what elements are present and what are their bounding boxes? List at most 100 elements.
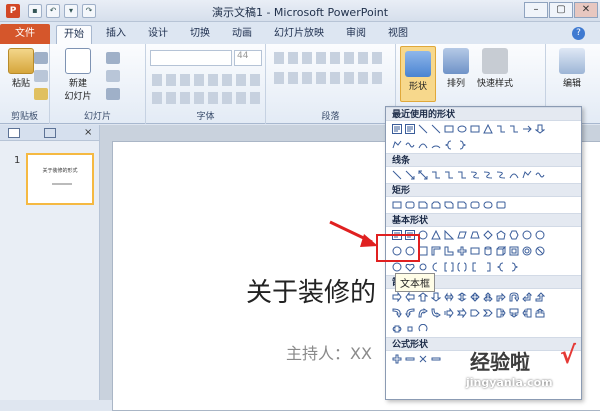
scribble-icon[interactable]	[535, 170, 545, 180]
half-frame-icon[interactable]	[431, 246, 441, 256]
plus-icon[interactable]	[392, 354, 402, 364]
snip-rect-icon[interactable]	[418, 200, 428, 210]
striped-right-arrow-icon[interactable]	[444, 308, 454, 318]
divide-icon[interactable]	[431, 354, 441, 364]
line-arrow-icon[interactable]	[405, 170, 415, 180]
curved-connector-icon[interactable]	[470, 170, 480, 180]
pentagon-arrow-icon[interactable]	[470, 308, 480, 318]
round-rect-icon[interactable]	[496, 200, 506, 210]
elbow-line-icon[interactable]	[496, 124, 506, 134]
outline-tab-icon[interactable]	[44, 128, 56, 138]
heptagon-icon[interactable]	[522, 230, 532, 240]
tab-file[interactable]: 文件	[0, 24, 50, 44]
section-icon[interactable]	[106, 88, 120, 100]
up-callout-arrow-icon[interactable]	[535, 308, 545, 318]
cube-icon[interactable]	[496, 246, 506, 256]
elbow-connector-icon[interactable]	[457, 170, 467, 180]
left-callout-arrow-icon[interactable]	[522, 308, 532, 318]
copy-icon[interactable]	[34, 70, 48, 82]
curve-shape-icon[interactable]	[418, 140, 428, 150]
freeform-shape-icon[interactable]	[392, 140, 402, 150]
curve-icon[interactable]	[509, 170, 519, 180]
cut-icon[interactable]	[34, 52, 48, 64]
oval-shape-icon[interactable]	[457, 124, 467, 134]
curved-connector-icon[interactable]	[496, 170, 506, 180]
line-shape-icon[interactable]	[418, 124, 428, 134]
up-arrow-icon[interactable]	[418, 292, 428, 302]
rounded-rect-icon[interactable]	[405, 200, 415, 210]
tab-view[interactable]: 视图	[380, 25, 416, 44]
bent-up-arrow-icon[interactable]	[535, 292, 545, 302]
arrow-right-shape-icon[interactable]	[522, 124, 532, 134]
right-triangle-icon[interactable]	[444, 230, 454, 240]
snip-rect-icon[interactable]	[431, 200, 441, 210]
circular-arrow-icon[interactable]	[418, 324, 428, 334]
round-rect-icon[interactable]	[483, 200, 493, 210]
font-name-field[interactable]	[150, 50, 232, 66]
rectangle-shape-icon[interactable]	[444, 124, 454, 134]
tab-insert[interactable]: 插入	[98, 25, 134, 44]
parallelogram-icon[interactable]	[457, 230, 467, 240]
slide-title[interactable]: 关于装修的	[246, 272, 376, 309]
tab-home[interactable]: 开始	[56, 25, 92, 44]
no-symbol-icon[interactable]	[535, 246, 545, 256]
bracket-pair-icon[interactable]	[444, 262, 454, 272]
left-right-up-arrow-icon[interactable]	[483, 292, 493, 302]
down-callout-arrow-icon[interactable]	[509, 308, 519, 318]
curved-down-arrow-icon[interactable]	[431, 308, 441, 318]
help-icon[interactable]: ?	[572, 27, 585, 40]
donut-icon[interactable]	[522, 246, 532, 256]
elbow-arrow-icon[interactable]	[509, 124, 519, 134]
tab-animations[interactable]: 动画	[224, 25, 260, 44]
align-buttons[interactable]	[274, 72, 384, 84]
heart-icon[interactable]	[405, 262, 415, 272]
tab-transitions[interactable]: 切换	[182, 25, 218, 44]
snip-round-rect-icon[interactable]	[457, 200, 467, 210]
restore-button[interactable]: ▢	[549, 2, 573, 18]
slide-subtitle[interactable]: 主持人：XX	[286, 340, 372, 364]
right-arrow-icon[interactable]	[392, 292, 402, 302]
pentagon-icon[interactable]	[496, 230, 506, 240]
elbow-connector-icon[interactable]	[444, 170, 454, 180]
left-right-callout-icon[interactable]	[392, 324, 402, 334]
can-icon[interactable]	[483, 246, 493, 256]
quad-callout-icon[interactable]	[405, 324, 415, 334]
left-bracket-icon[interactable]	[470, 262, 480, 272]
hexagon-icon[interactable]	[509, 230, 519, 240]
quad-arrow-icon[interactable]	[470, 292, 480, 302]
plaque-icon[interactable]	[470, 246, 480, 256]
curved-up-arrow-icon[interactable]	[418, 308, 428, 318]
curved-left-arrow-icon[interactable]	[405, 308, 415, 318]
minimize-button[interactable]: –	[524, 2, 548, 18]
plus-shape-icon[interactable]	[457, 246, 467, 256]
l-shape-icon[interactable]	[444, 246, 454, 256]
tab-design[interactable]: 设计	[140, 25, 176, 44]
font-size-field[interactable]: 44	[234, 50, 262, 66]
left-up-arrow-icon[interactable]	[522, 292, 532, 302]
right-bracket-icon[interactable]	[483, 262, 493, 272]
slide-thumbnail[interactable]: 关于装修的形式	[26, 153, 94, 205]
close-button[interactable]: ✕	[574, 2, 598, 18]
sun-icon[interactable]	[418, 262, 428, 272]
textbox-shape-icon[interactable]	[392, 124, 402, 134]
left-brace-icon[interactable]	[444, 140, 454, 150]
close-panel-icon[interactable]: ×	[84, 127, 92, 138]
editing-button[interactable]: 编辑	[552, 48, 592, 89]
left-right-arrow-icon[interactable]	[444, 292, 454, 302]
right-brace-icon[interactable]	[509, 262, 519, 272]
reset-icon[interactable]	[106, 70, 120, 82]
rect-icon[interactable]	[392, 200, 402, 210]
line-double-arrow-icon[interactable]	[418, 170, 428, 180]
arc-shape-icon[interactable]	[431, 140, 441, 150]
layout-icon[interactable]	[106, 52, 120, 64]
curved-right-arrow-icon[interactable]	[392, 308, 402, 318]
tab-slideshow[interactable]: 幻灯片放映	[266, 25, 332, 44]
right-callout-arrow-icon[interactable]	[496, 308, 506, 318]
format-painter-icon[interactable]	[34, 88, 48, 100]
left-brace-icon[interactable]	[496, 262, 506, 272]
chevron-arrow-icon[interactable]	[483, 308, 493, 318]
line-shape-icon[interactable]	[431, 124, 441, 134]
brace-pair-icon[interactable]	[457, 262, 467, 272]
smiley-icon[interactable]	[392, 262, 402, 272]
quick-styles-button[interactable]: 快速样式	[474, 48, 516, 89]
